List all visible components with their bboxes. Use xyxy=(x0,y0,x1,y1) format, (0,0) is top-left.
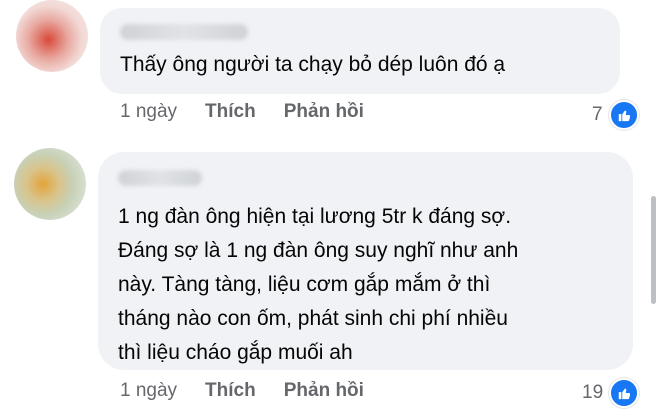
commenter-name-blurred[interactable] xyxy=(120,24,248,40)
commenter-name-blurred[interactable] xyxy=(118,170,202,186)
reaction-summary[interactable]: 19 xyxy=(582,378,640,408)
like-thumb-icon xyxy=(609,378,640,408)
comment-text: Thấy ông người ta chạy bỏ dép luôn đó ạ xyxy=(120,53,506,76)
reply-button[interactable]: Phản hồi xyxy=(284,380,364,402)
comment-text: 1 ng đàn ông hiện tại lương 5tr k đáng s… xyxy=(118,205,519,364)
like-button[interactable]: Thích xyxy=(205,380,256,402)
reaction-count: 7 xyxy=(592,104,603,125)
like-thumb-icon xyxy=(608,100,639,130)
reaction-summary[interactable]: 7 xyxy=(592,100,639,130)
commenter-avatar[interactable] xyxy=(14,148,86,220)
comment-time[interactable]: 1 ngày xyxy=(120,101,177,123)
reaction-count: 19 xyxy=(582,382,604,403)
comment-actions: 1 ngày Thích Phản hồi xyxy=(120,380,364,402)
commenter-avatar[interactable] xyxy=(16,0,88,72)
scrollbar[interactable] xyxy=(651,196,656,304)
comment-bubble: Thấy ông người ta chạy bỏ dép luôn đó ạ xyxy=(100,8,620,94)
comment-actions: 1 ngày Thích Phản hồi xyxy=(120,101,364,123)
comment-time[interactable]: 1 ngày xyxy=(120,380,177,402)
comment-bubble: 1 ng đàn ông hiện tại lương 5tr k đáng s… xyxy=(98,152,633,370)
reply-button[interactable]: Phản hồi xyxy=(284,101,364,123)
like-button[interactable]: Thích xyxy=(205,101,256,123)
